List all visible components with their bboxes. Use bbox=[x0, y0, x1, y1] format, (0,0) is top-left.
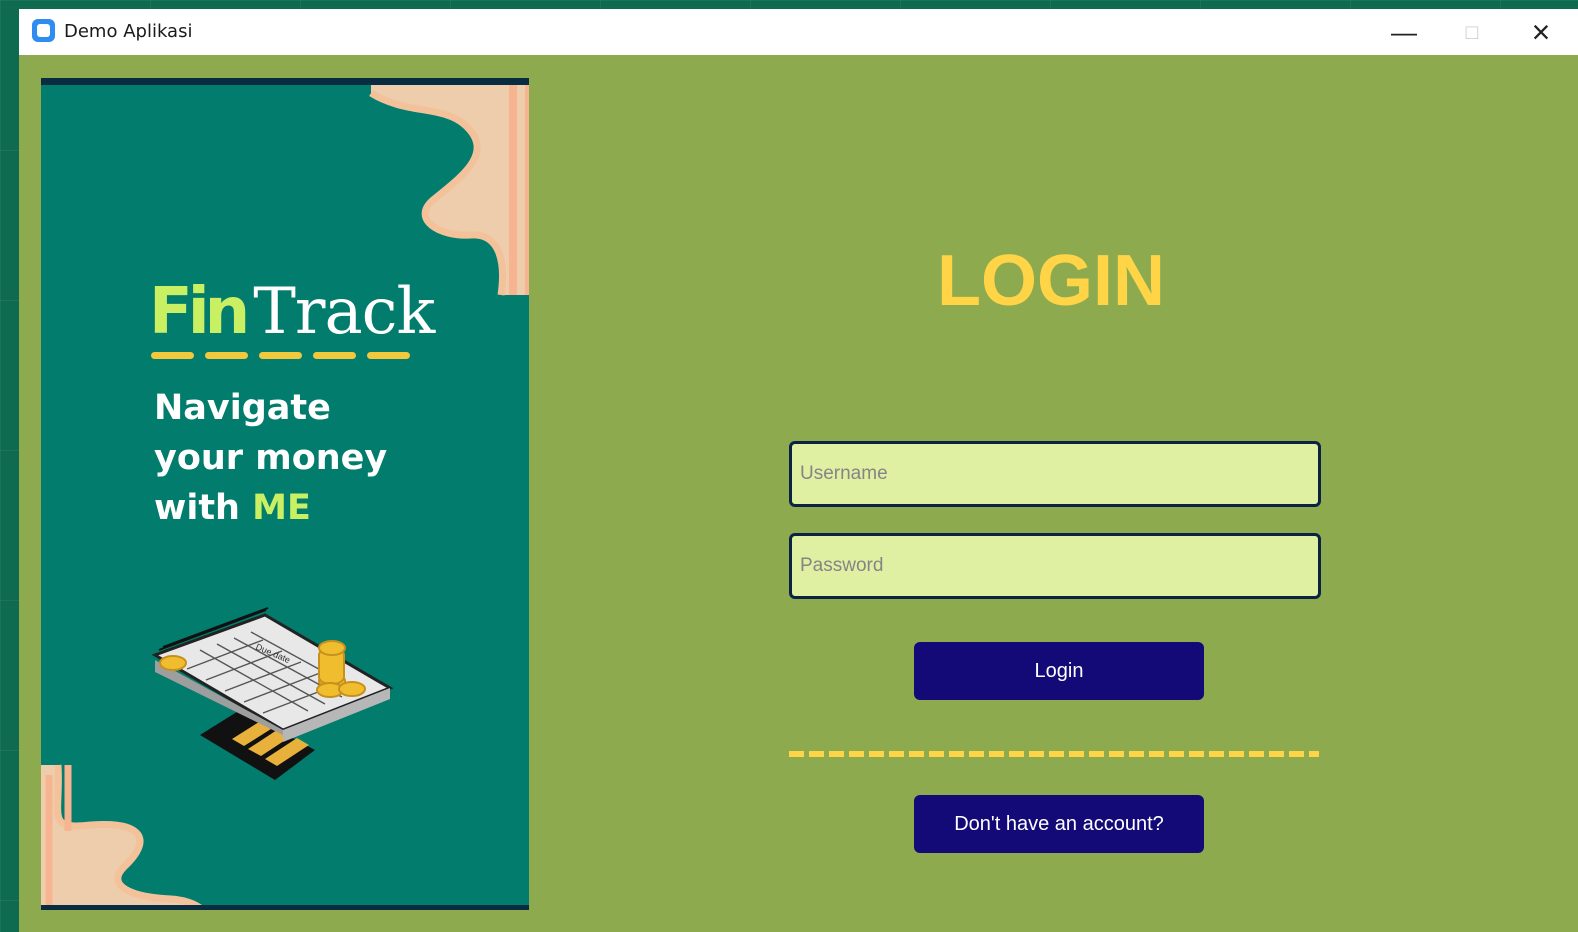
promo-tagline: Navigate your money with ME bbox=[154, 383, 474, 533]
fintrack-logo: Fin Track bbox=[149, 280, 435, 344]
minimize-icon[interactable]: — bbox=[1370, 9, 1438, 55]
close-icon[interactable]: × bbox=[1507, 9, 1575, 55]
brand-underline-dash bbox=[205, 352, 248, 359]
app-icon bbox=[32, 19, 55, 42]
dashed-divider bbox=[789, 751, 1319, 757]
application-window: Demo Aplikasi — □ × Fin Track Navigate y… bbox=[19, 9, 1578, 932]
calendar-coins-chart-icon: Due date bbox=[151, 607, 394, 780]
login-screen: Fin Track Navigate your money with ME Du… bbox=[19, 55, 1578, 932]
brand-underline bbox=[151, 352, 410, 359]
signup-link-button[interactable]: Don't have an account? bbox=[914, 795, 1204, 853]
username-input[interactable] bbox=[789, 441, 1321, 507]
brand-underline-dash bbox=[259, 352, 302, 359]
brand-underline-dash bbox=[313, 352, 356, 359]
brand-fin-text: Fin bbox=[149, 275, 250, 349]
tagline-line: with ME bbox=[154, 483, 474, 533]
login-button[interactable]: Login bbox=[914, 642, 1204, 700]
password-input[interactable] bbox=[789, 533, 1321, 599]
tagline-prefix: with bbox=[154, 488, 253, 528]
window-title: Demo Aplikasi bbox=[64, 21, 193, 42]
tagline-line: your money bbox=[154, 438, 388, 478]
brand-underline-dash bbox=[367, 352, 410, 359]
maximize-icon[interactable]: □ bbox=[1438, 9, 1506, 55]
tagline-line: Navigate bbox=[154, 388, 331, 428]
brand-underline-dash bbox=[151, 352, 194, 359]
tagline-accent: ME bbox=[252, 488, 311, 528]
fintrack-promo-card: Fin Track Navigate your money with ME Du… bbox=[41, 78, 529, 910]
title-bar: Demo Aplikasi — □ × bbox=[19, 9, 1578, 55]
brand-track-text: Track bbox=[253, 275, 435, 349]
login-title: LOGIN bbox=[937, 241, 1165, 322]
